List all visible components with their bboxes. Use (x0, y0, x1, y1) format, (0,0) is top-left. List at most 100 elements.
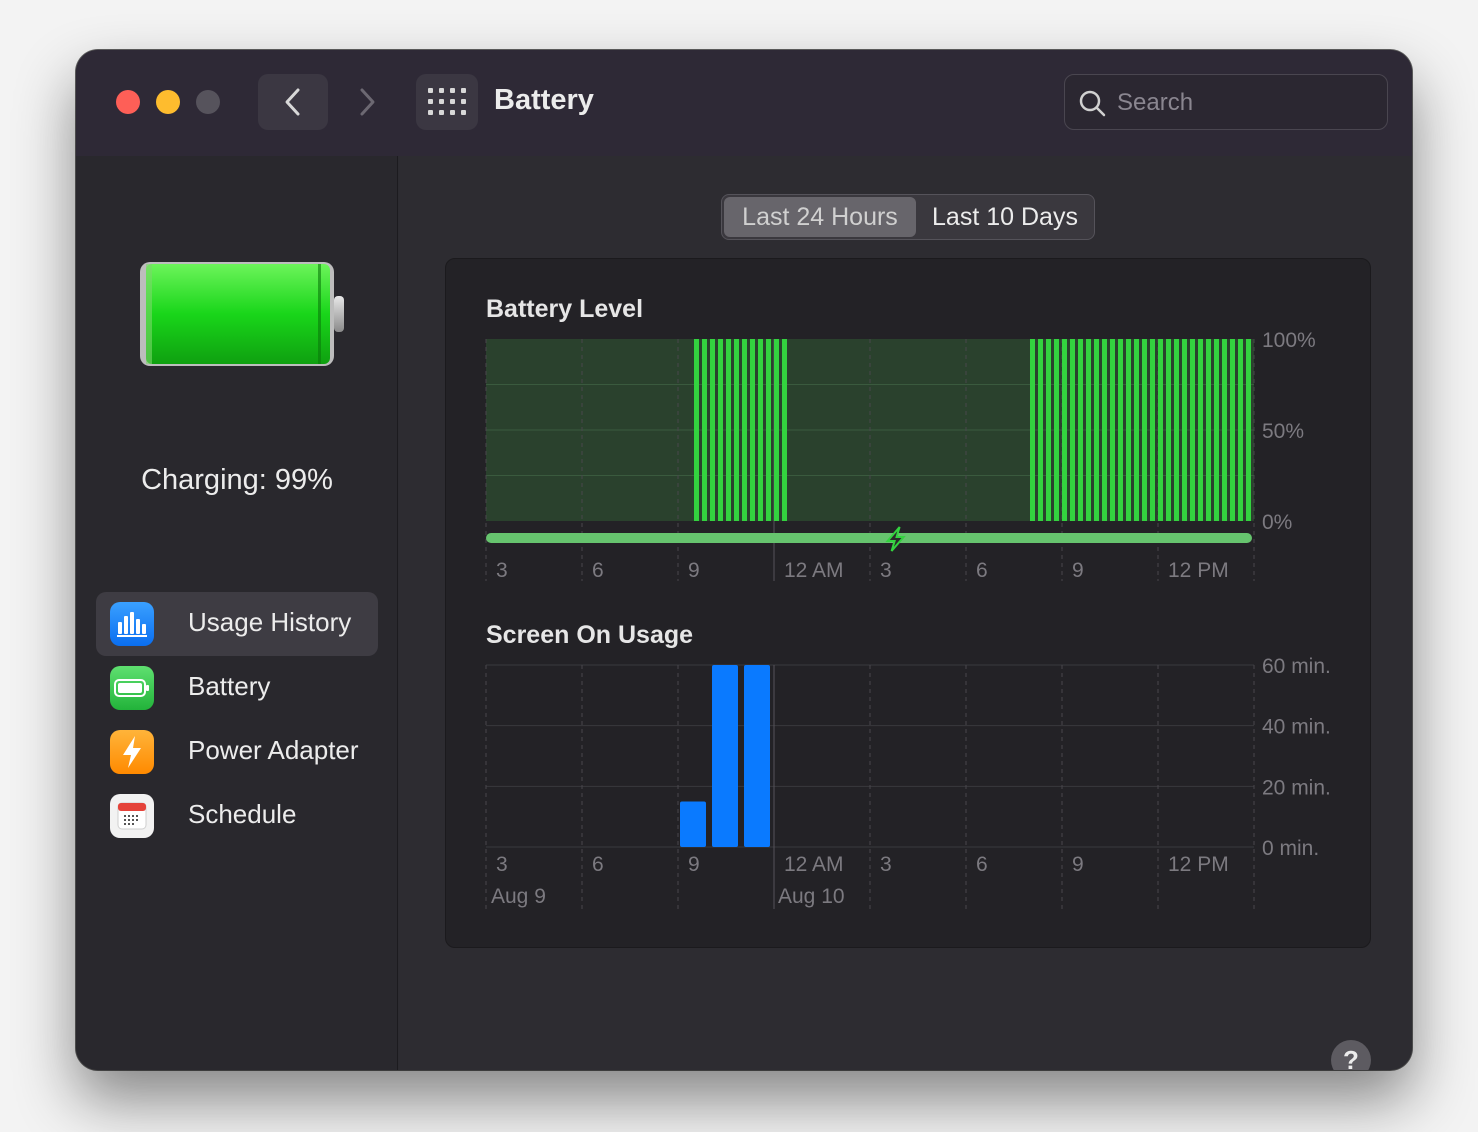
search-field[interactable] (1064, 74, 1388, 130)
battery-level-bar (1118, 339, 1123, 521)
battery-level-bar (694, 339, 699, 521)
screen-x-tick-label: 6 (976, 853, 988, 876)
calendar-icon (110, 794, 154, 838)
forward-button[interactable] (332, 74, 402, 130)
help-button[interactable]: ? (1331, 1040, 1371, 1070)
battery-x-tick-label: 9 (1072, 559, 1084, 582)
battery-level-bar (1238, 339, 1243, 521)
date-label: Aug 10 (778, 885, 845, 908)
screen-x-tick-label: 12 AM (784, 853, 844, 876)
sidebar-item-label: Schedule (188, 799, 297, 829)
battery-level-bar (1038, 339, 1043, 521)
battery-level-bar (702, 339, 707, 521)
battery-level-bar (1102, 339, 1107, 521)
battery-level-bar (782, 339, 787, 521)
battery-level-bar (1054, 339, 1059, 521)
screen-x-tick-label: 9 (688, 853, 700, 876)
battery-status-icon (140, 262, 344, 366)
screen-usage-bar (712, 665, 738, 847)
chevron-left-icon (285, 88, 300, 116)
tab-last-24-hours[interactable]: Last 24 Hours (724, 197, 916, 237)
charging-status: Charging: 99% (141, 464, 333, 496)
screen-y-tick-label: 20 min. (1262, 776, 1331, 799)
grid-icon (428, 88, 466, 115)
show-all-button[interactable] (416, 74, 478, 130)
screen-x-tick-label: 3 (496, 853, 508, 876)
screen-x-tick-label: 6 (592, 853, 604, 876)
charts-canvas: 100%50%0%3 6 9 12 AM 3 6 9 12 PM60 min.40 min.2… (485, 329, 1331, 909)
bar-chart-icon (110, 602, 154, 646)
battery-level-bar (734, 339, 739, 521)
back-button[interactable] (258, 74, 328, 130)
battery-level-bar (1094, 339, 1099, 521)
battery-level-bar (1158, 339, 1163, 521)
lightning-icon (885, 526, 906, 552)
sidebar-item-label: Battery (188, 671, 271, 701)
battery-x-tick-label: 3 (880, 559, 892, 582)
battery-level-bar (1246, 339, 1251, 521)
battery-level-bar (750, 339, 755, 521)
battery-level-bar (1230, 339, 1235, 521)
date-label: Aug 9 (491, 885, 546, 908)
screen-x-tick-label: 9 (1072, 853, 1084, 876)
screen-y-tick-label: 40 min. (1262, 716, 1331, 739)
titlebar: Battery (76, 50, 1412, 156)
battery-level-bar (774, 339, 779, 521)
battery-level-bar (1198, 339, 1203, 521)
sidebar-item-label: Power Adapter (188, 735, 359, 765)
battery-level-bar (710, 339, 715, 521)
chevron-right-icon (360, 88, 375, 116)
tab-last-10-days[interactable]: Last 10 Days (918, 197, 1092, 237)
battery-y-tick-label: 0% (1262, 511, 1292, 534)
battery-level-bar (1182, 339, 1187, 521)
lightning-icon (110, 730, 154, 774)
screen-y-tick-label: 60 min. (1262, 655, 1331, 678)
zoom-button[interactable] (196, 90, 220, 114)
battery-level-bar (1134, 339, 1139, 521)
screen-y-tick-label: 0 min. (1262, 837, 1319, 860)
battery-x-tick-label: 12 AM (784, 559, 844, 582)
minimize-button[interactable] (156, 90, 180, 114)
battery-level-bar (1174, 339, 1179, 521)
battery-level-bar (1086, 339, 1091, 521)
battery-level-bar (1206, 339, 1211, 521)
battery-level-bar (1070, 339, 1075, 521)
main-content: Last 24 Hours Last 10 Days Battery Level… (399, 156, 1412, 1070)
search-input[interactable] (1117, 85, 1367, 121)
sidebar-item-label: Usage History (188, 607, 352, 637)
battery-level-bar (1214, 339, 1219, 521)
sidebar: Charging: 99% Usage History Battery Powe… (76, 156, 398, 1070)
close-button[interactable] (116, 90, 140, 114)
battery-level-bar (758, 339, 763, 521)
battery-x-tick-label: 6 (592, 559, 604, 582)
battery-level-bar (718, 339, 723, 521)
screen-x-tick-label: 12 PM (1168, 853, 1229, 876)
time-range-segmented-control: Last 24 Hours Last 10 Days (721, 194, 1095, 240)
battery-level-bar (1142, 339, 1147, 521)
battery-level-bar (1110, 339, 1115, 521)
screen-usage-bar (744, 665, 770, 847)
battery-level-bar (766, 339, 771, 521)
battery-level-bar (1126, 339, 1131, 521)
battery-y-tick-label: 50% (1262, 420, 1304, 443)
battery-x-tick-label: 9 (688, 559, 700, 582)
usage-history-panel: Battery Level Screen On Usage 100% 50% 0% 3… (445, 258, 1371, 948)
battery-x-tick-label: 3 (496, 559, 508, 582)
battery-level-bar (1166, 339, 1171, 521)
battery-level-bar (1078, 339, 1083, 521)
battery-level-bar (1150, 339, 1155, 521)
screen-usage-bar (680, 801, 706, 847)
battery-level-bar (1222, 339, 1227, 521)
charging-indicator-bar (486, 533, 1252, 543)
screen-x-tick-label: 3 (880, 853, 892, 876)
battery-x-tick-label: 6 (976, 559, 988, 582)
search-icon (1079, 90, 1106, 117)
battery-level-bar (726, 339, 731, 521)
preferences-window: Battery Search Charging: 99% Usage Histo… (76, 50, 1412, 1070)
battery-level-bar (1030, 339, 1035, 521)
battery-x-tick-label: 12 PM (1168, 559, 1229, 582)
battery-level-bar (1046, 339, 1051, 521)
battery-level-bar (1190, 339, 1195, 521)
battery-level-bar (1062, 339, 1067, 521)
battery-y-tick-label: 100% (1262, 329, 1316, 352)
